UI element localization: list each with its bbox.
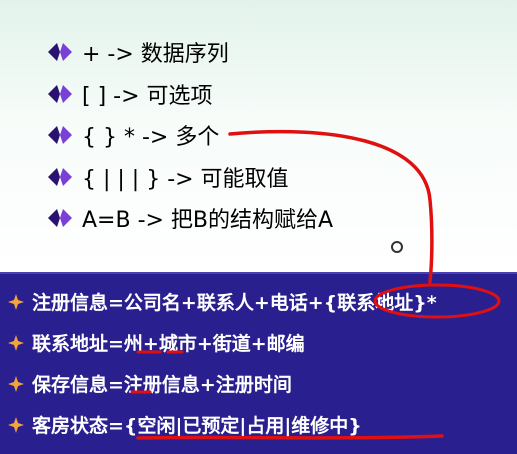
notation-text: { | | | } -> 可能取值: [82, 167, 289, 192]
definition-item: 联系地址=州+城市+街道+邮编: [8, 329, 305, 356]
four-point-star-icon: [8, 375, 24, 392]
definition-text: 保存信息=注册信息+注册时间: [32, 374, 292, 396]
notation-item: { } * -> 多个: [48, 119, 219, 151]
definition-text: 注册信息=公司名+联系人+电话+{联系地址}*: [32, 292, 437, 314]
notation-text: { } * -> 多个: [82, 125, 220, 150]
notation-text: + -> 数据序列: [82, 42, 229, 67]
diamond-bullet-icon: [48, 126, 72, 144]
definition-item: 保存信息=注册信息+注册时间: [8, 370, 292, 397]
diamond-bullet-icon: [48, 209, 72, 227]
notation-item: + -> 数据序列: [48, 36, 229, 68]
notation-item: [ ] -> 可选项: [48, 78, 213, 110]
diamond-bullet-icon: [48, 85, 72, 103]
definition-item: 客房状态={空闲|已预定|占用|维修中}: [8, 411, 362, 438]
notation-item: A=B -> 把B的结构赋给A: [48, 202, 333, 234]
four-point-star-icon: [8, 293, 24, 310]
notation-text: [ ] -> 可选项: [82, 84, 213, 109]
diamond-bullet-icon: [48, 168, 72, 186]
notation-text: A=B -> 把B的结构赋给A: [82, 208, 334, 233]
small-circle-mark: [391, 241, 403, 253]
four-point-star-icon: [8, 416, 24, 433]
definition-item: 注册信息=公司名+联系人+电话+{联系地址}*: [8, 288, 437, 315]
diamond-bullet-icon: [48, 43, 72, 61]
definition-text: 联系地址=州+城市+街道+邮编: [32, 333, 305, 355]
notation-item: { | | | } -> 可能取值: [48, 161, 289, 193]
four-point-star-icon: [8, 334, 24, 351]
definition-text: 客房状态={空闲|已预定|占用|维修中}: [32, 415, 362, 437]
